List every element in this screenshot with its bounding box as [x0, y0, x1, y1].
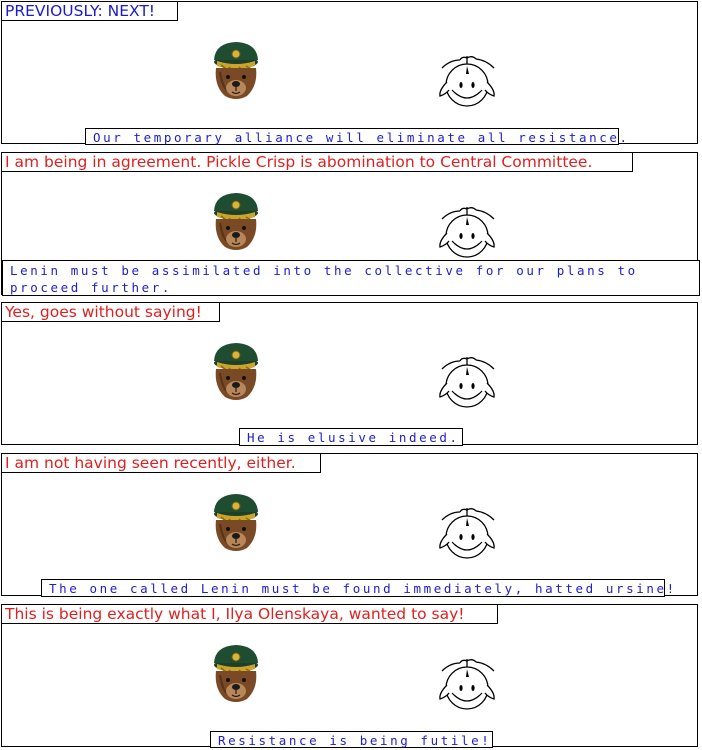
- panel-5-lemming-caption: Resistance is being futile!: [210, 731, 493, 748]
- panel-5-bear-caption: This is being exactly what I, Ilya Olens…: [1, 604, 498, 624]
- panel-3-bear-caption: Yes, goes without saying!: [1, 302, 220, 322]
- panel-2-bear-caption: I am being in agreement. Pickle Crisp is…: [1, 152, 633, 172]
- lemming-icon: [436, 504, 498, 560]
- comic-panel-5: This is being exactly what I, Ilya Olens…: [1, 604, 698, 748]
- bear-general-icon: [209, 191, 263, 253]
- comic-panel-1: PREVIOUSLY: NEXT! Our temporary alliance…: [1, 1, 698, 145]
- lemming-icon: [436, 203, 498, 259]
- lemming-icon: [436, 655, 498, 711]
- bear-general-icon: [209, 643, 263, 705]
- bear-general-icon: [209, 341, 263, 403]
- panel-4-lemming-caption: The one called Lenin must be found immed…: [41, 579, 674, 597]
- panel-2-lemming-caption: Lenin must be assimilated into the colle…: [2, 260, 700, 296]
- comic-panel-2: I am being in agreement. Pickle Crisp is…: [1, 152, 700, 296]
- panel-4-bear-caption: I am not having seen recently, either.: [1, 453, 321, 473]
- panel-1-lemming-caption: Our temporary alliance will eliminate al…: [85, 128, 627, 145]
- lemming-icon: [436, 353, 498, 409]
- comic-panel-3: Yes, goes without saying! He is elusive …: [1, 302, 698, 446]
- bear-general-icon: [209, 492, 263, 554]
- panel-1-header-caption: PREVIOUSLY: NEXT!: [1, 1, 178, 21]
- lemming-icon: [436, 52, 498, 108]
- panel-3-lemming-caption: He is elusive indeed.: [239, 428, 463, 446]
- bear-general-icon: [209, 40, 263, 102]
- comic-panel-4: I am not having seen recently, either. T…: [1, 453, 698, 597]
